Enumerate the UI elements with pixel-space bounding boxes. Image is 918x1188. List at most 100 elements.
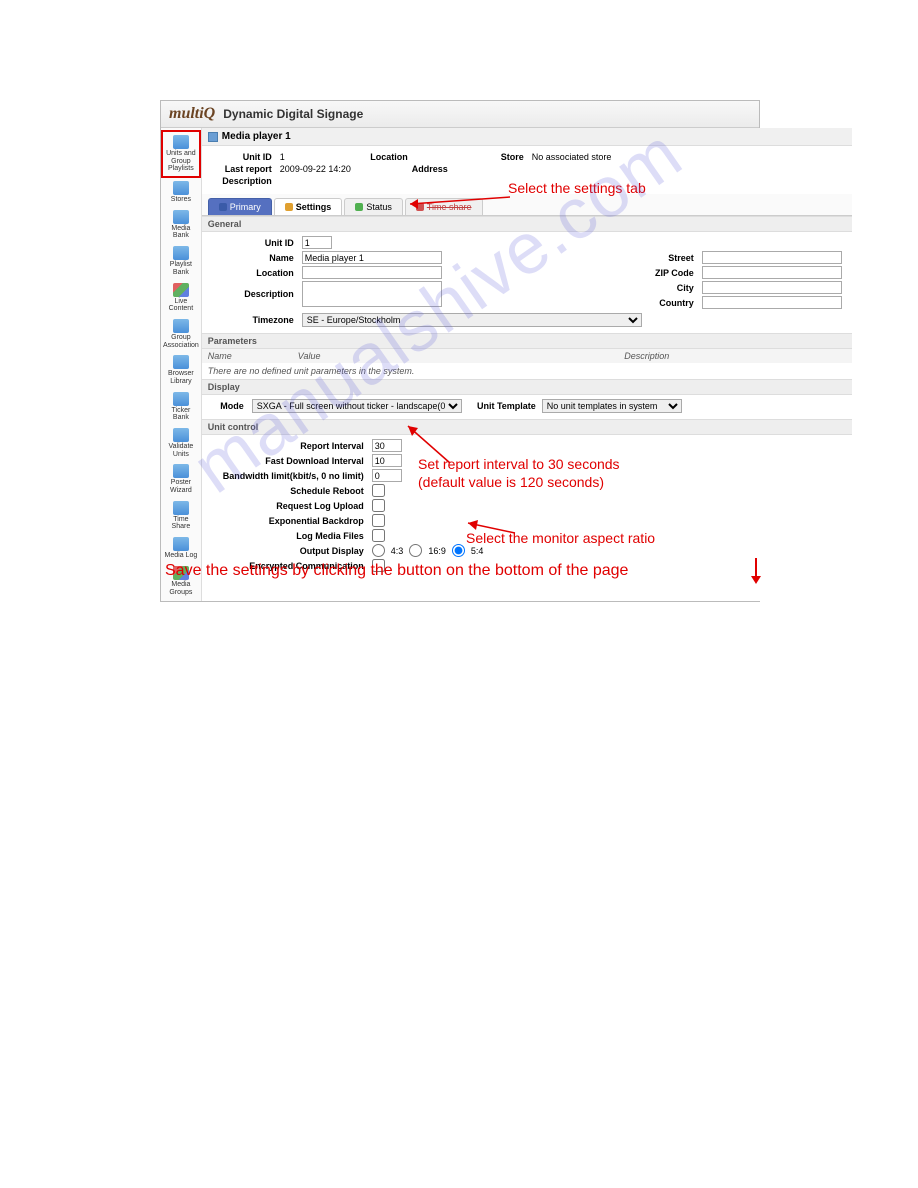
info-block: Unit ID1 Location StoreNo associated sto… [202,146,852,194]
mode-select[interactable]: SXGA - Full screen without ticker - land… [252,399,462,413]
sidebar-item-units[interactable]: Units and Group Playlists [161,130,201,178]
app-header: multiQ Dynamic Digital Signage [161,101,759,128]
request-log-label: Request Log Upload [212,501,372,511]
general-form: Unit ID Name Location Description Timezo… [202,232,852,333]
playlist-bank-icon [173,246,189,260]
ticker-bank-icon [173,392,189,406]
description-input[interactable] [302,281,442,307]
report-interval-input[interactable] [372,439,402,452]
app-title: Dynamic Digital Signage [223,107,363,121]
sidebar-item-label: Playlist Bank [163,261,199,276]
unit-control-form: Report Interval Fast Download Interval B… [202,435,852,578]
sidebar-item-validate[interactable]: Validate Units [161,425,201,461]
sidebar-item-label: Media Bank [163,225,199,240]
ratio-54-radio[interactable] [452,544,465,557]
browser-lib-icon [173,355,189,369]
template-select[interactable]: No unit templates in system [542,399,682,413]
sidebar-item-group-assoc[interactable]: Group Association [161,316,201,352]
country-input[interactable] [702,296,842,309]
sidebar-item-timeshare[interactable]: Time Share [161,498,201,534]
timezone-select[interactable]: SE - Europe/Stockholm [302,313,642,327]
zip-input[interactable] [702,266,842,279]
unit-id-value: 1 [280,152,340,162]
section-parameters: Parameters [202,333,852,349]
ratio-43-radio[interactable] [372,544,385,557]
output-display-radios: 4:3 16:9 5:4 [372,544,484,557]
primary-icon [219,203,227,211]
template-label: Unit Template [462,401,542,411]
sidebar-item-label: Time Share [163,516,199,531]
tab-label: Settings [296,202,332,212]
schedule-reboot-checkbox[interactable] [372,484,385,497]
ratio-169-label: 16:9 [428,546,446,556]
panel-icon [208,132,218,142]
name-field-label: Name [212,253,302,263]
sidebar-item-label: Poster Wizard [163,479,199,494]
section-unit-control: Unit control [202,419,852,435]
sidebar-item-label: Group Association [163,334,199,349]
street-label: Street [642,253,702,263]
validate-icon [173,428,189,442]
panel-title-bar: Media player 1 [202,128,852,146]
street-input[interactable] [702,251,842,264]
name-input[interactable] [302,251,442,264]
timezone-label: Timezone [212,315,302,325]
encrypted-checkbox[interactable] [372,559,385,572]
location-value [416,152,476,162]
ratio-169-radio[interactable] [409,544,422,557]
tab-timeshare[interactable]: Time share [405,198,483,215]
encrypted-label: Encrypted Communication [212,561,372,571]
unit-id-label: Unit ID [212,152,272,162]
sidebar-item-live-content[interactable]: Live Content [161,280,201,316]
bandwidth-input[interactable] [372,469,402,482]
output-display-label: Output Display [212,546,372,556]
description-field-label: Description [212,289,302,299]
stores-icon [173,181,189,195]
location-input[interactable] [302,266,442,279]
tab-label: Primary [230,202,261,212]
live-content-icon [173,283,189,297]
tab-label: Time share [427,202,472,212]
media-groups-icon [173,566,189,580]
fast-download-label: Fast Download Interval [212,456,372,466]
sidebar-item-ticker-bank[interactable]: Ticker Bank [161,389,201,425]
schedule-reboot-label: Schedule Reboot [212,486,372,496]
display-form: Mode SXGA - Full screen without ticker -… [202,395,852,419]
request-log-checkbox[interactable] [372,499,385,512]
mode-label: Mode [212,401,252,411]
bandwidth-label: Bandwidth limit(kbit/s, 0 no limit) [212,471,372,481]
unit-id-input[interactable] [302,236,332,249]
sidebar-item-playlist-bank[interactable]: Playlist Bank [161,243,201,279]
sidebar-item-media-groups[interactable]: Media Groups [161,563,201,599]
media-bank-icon [173,210,189,224]
last-report-value: 2009-09-22 14:20 [280,164,390,174]
tab-settings[interactable]: Settings [274,198,343,215]
tab-primary[interactable]: Primary [208,198,272,215]
sidebar-item-label: Media Groups [163,581,199,596]
log-media-checkbox[interactable] [372,529,385,542]
exp-backdrop-label: Exponential Backdrop [212,516,372,526]
sidebar-item-media-bank[interactable]: Media Bank [161,207,201,243]
log-media-label: Log Media Files [212,531,372,541]
sidebar-item-stores[interactable]: Stores [161,178,201,207]
app-frame: multiQ Dynamic Digital Signage Units and… [160,100,760,602]
section-display: Display [202,379,852,395]
poster-icon [173,464,189,478]
logo: multiQ [169,105,215,123]
timeshare-tab-icon [416,203,424,211]
tab-status[interactable]: Status [344,198,403,215]
sidebar-item-label: Media Log [163,552,199,560]
sidebar-item-media-log[interactable]: Media Log [161,534,201,563]
col-value: Value [298,351,448,361]
report-interval-label: Report Interval [212,441,372,451]
col-name: Name [208,351,298,361]
zip-label: ZIP Code [642,268,702,278]
sidebar-item-poster[interactable]: Poster Wizard [161,461,201,497]
sidebar-item-browser-lib[interactable]: Browser Library [161,352,201,388]
fast-download-input[interactable] [372,454,402,467]
city-input[interactable] [702,281,842,294]
exp-backdrop-checkbox[interactable] [372,514,385,527]
sidebar: Units and Group Playlists Stores Media B… [161,128,202,601]
ratio-43-label: 4:3 [391,546,404,556]
panel-title: Media player 1 [222,131,291,142]
